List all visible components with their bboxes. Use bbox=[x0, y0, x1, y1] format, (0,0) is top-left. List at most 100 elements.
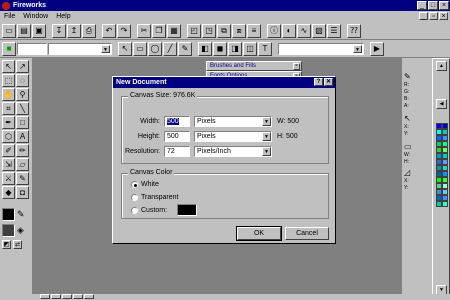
swap-colors-icon[interactable]: ⇄ bbox=[13, 240, 22, 249]
dialog-title-bar: New Document ? ✕ bbox=[113, 77, 335, 88]
marquee-tool-icon[interactable]: ⬚ bbox=[2, 74, 15, 87]
height-unit-select[interactable]: Pixels ▼ bbox=[194, 131, 272, 142]
brushes-fills-panel[interactable]: Brushes and Fills × bbox=[206, 61, 302, 71]
status-button[interactable] bbox=[84, 294, 94, 299]
custom-radio[interactable] bbox=[131, 207, 138, 214]
scroll-up-icon[interactable]: ▲ bbox=[436, 61, 447, 71]
line-icon[interactable]: ╱ bbox=[163, 41, 177, 56]
status-button[interactable] bbox=[51, 294, 61, 299]
group-icon[interactable]: ◰ bbox=[187, 23, 201, 38]
pen-icon[interactable]: ✎ bbox=[178, 41, 192, 56]
eyedropper-tool-icon[interactable]: ✎ bbox=[16, 172, 29, 185]
pen-tool-icon[interactable]: ✒ bbox=[2, 116, 15, 129]
copy-icon[interactable]: ❐ bbox=[152, 23, 166, 38]
panel-close-icon[interactable]: × bbox=[293, 63, 300, 70]
stroke-color-swatch[interactable] bbox=[2, 208, 15, 221]
context-help-icon[interactable]: ⁇ bbox=[347, 23, 361, 38]
fill-panel-icon[interactable]: ▧ bbox=[312, 23, 326, 38]
custom-option[interactable]: Custom: bbox=[131, 207, 167, 214]
join-icon[interactable]: ⧉ bbox=[217, 23, 231, 38]
transparent-radio[interactable] bbox=[131, 194, 138, 201]
play-icon[interactable]: ▶ bbox=[370, 41, 384, 56]
distribute-icon[interactable]: ◫ bbox=[243, 41, 257, 56]
doc-close-button[interactable]: × bbox=[439, 12, 448, 20]
default-colors-icon[interactable]: ◩ bbox=[2, 240, 11, 249]
zoom-tool-icon[interactable]: ⚲ bbox=[16, 88, 29, 101]
rect-icon[interactable]: ▭ bbox=[133, 41, 147, 56]
brush-panel-icon[interactable]: ◐ bbox=[282, 23, 296, 38]
text-tool-icon[interactable]: A bbox=[16, 130, 29, 143]
minimize-button[interactable]: _ bbox=[417, 1, 427, 10]
width-unit-select[interactable]: Pixels ▼ bbox=[194, 116, 272, 127]
text-icon[interactable]: T bbox=[258, 41, 272, 56]
status-button[interactable] bbox=[40, 294, 50, 299]
cancel-button[interactable]: Cancel bbox=[285, 227, 329, 240]
resolution-unit-select[interactable]: Pixels/Inch ▼ bbox=[194, 146, 272, 157]
align-icon[interactable]: ≡ bbox=[247, 23, 261, 38]
align-right-icon[interactable]: ◨ bbox=[228, 41, 242, 56]
menu-window[interactable]: Window bbox=[19, 13, 52, 20]
resolution-input[interactable]: 72 bbox=[164, 146, 190, 157]
split-icon[interactable]: ⧈ bbox=[232, 23, 246, 38]
knife-tool-icon[interactable]: ⚔ bbox=[2, 172, 15, 185]
pointer-tool-icon[interactable]: ↖ bbox=[2, 60, 15, 73]
status-button[interactable] bbox=[62, 294, 72, 299]
open-file-icon[interactable]: ▤ bbox=[17, 23, 31, 38]
cut-icon[interactable]: ✂ bbox=[137, 23, 151, 38]
layers-panel-icon[interactable]: ☰ bbox=[327, 23, 341, 38]
transparent-option[interactable]: Transparent bbox=[131, 194, 178, 201]
pencil-tool-icon[interactable]: ✏ bbox=[16, 144, 29, 157]
menu-help[interactable]: Help bbox=[52, 13, 74, 20]
rectangle-tool-icon[interactable]: □ bbox=[16, 116, 29, 129]
undo-icon[interactable]: ↶ bbox=[102, 23, 116, 38]
ok-button[interactable]: OK bbox=[236, 226, 282, 241]
font-size-input[interactable] bbox=[17, 42, 47, 55]
dialog-help-button[interactable]: ? bbox=[314, 78, 323, 86]
align-left-icon[interactable]: ◧ bbox=[198, 41, 212, 56]
white-radio[interactable] bbox=[131, 181, 138, 188]
fill-color-swatch[interactable] bbox=[2, 224, 15, 237]
palette-swatch[interactable] bbox=[442, 201, 448, 207]
export-icon[interactable]: ↥ bbox=[67, 23, 81, 38]
save-icon[interactable]: ▣ bbox=[32, 23, 46, 38]
polygon-tool-icon[interactable]: ⬡ bbox=[2, 130, 15, 143]
font-family-dropdown[interactable]: ▼ bbox=[48, 42, 112, 55]
skew-tool-icon[interactable]: ▱ bbox=[16, 158, 29, 171]
align-center-icon[interactable]: ◼ bbox=[213, 41, 227, 56]
redo-icon[interactable]: ↷ bbox=[117, 23, 131, 38]
maximize-button[interactable]: □ bbox=[428, 1, 438, 10]
color-swatch-icon[interactable]: ■ bbox=[2, 41, 16, 56]
import-icon[interactable]: ↧ bbox=[52, 23, 66, 38]
hand-tool-icon[interactable]: ✋ bbox=[2, 88, 15, 101]
new-file-icon[interactable]: ▭ bbox=[2, 23, 16, 38]
style-dropdown[interactable]: ▼ bbox=[278, 42, 364, 55]
paint-bucket-icon[interactable]: ◆ bbox=[2, 186, 15, 199]
ellipse-icon[interactable]: ◯ bbox=[148, 41, 162, 56]
paste-icon[interactable]: ▦ bbox=[167, 23, 181, 38]
doc-minimize-button[interactable]: _ bbox=[419, 12, 428, 20]
scale-tool-icon[interactable]: ⇲ bbox=[2, 158, 15, 171]
lasso-tool-icon[interactable]: ◌ bbox=[16, 74, 29, 87]
pointer-icon[interactable]: ↖ bbox=[118, 41, 132, 56]
white-option[interactable]: White bbox=[131, 181, 159, 188]
subselect-tool-icon[interactable]: ↗ bbox=[16, 60, 29, 73]
menu-file[interactable]: File bbox=[0, 13, 19, 20]
status-button[interactable] bbox=[73, 294, 83, 299]
stroke-panel-icon[interactable]: ∿ bbox=[297, 23, 311, 38]
dialog-close-button[interactable]: ✕ bbox=[324, 78, 333, 86]
close-button[interactable]: × bbox=[439, 1, 449, 10]
doc-restore-button[interactable]: ▫ bbox=[429, 12, 438, 20]
width-input[interactable]: 500 bbox=[164, 116, 190, 127]
brush-tool-icon[interactable]: ✐ bbox=[2, 144, 15, 157]
height-input[interactable]: 500 bbox=[164, 131, 190, 142]
rubber-stamp-icon[interactable]: ◘ bbox=[16, 186, 29, 199]
custom-color-swatch[interactable] bbox=[177, 204, 197, 216]
crop-tool-icon[interactable]: ⌗ bbox=[2, 102, 15, 115]
chevron-down-icon: ▼ bbox=[262, 147, 271, 156]
info-icon[interactable]: ⓘ bbox=[267, 23, 281, 38]
print-icon[interactable]: ⎙ bbox=[82, 23, 96, 38]
ungroup-icon[interactable]: ◳ bbox=[202, 23, 216, 38]
fireworks-app-icon[interactable] bbox=[2, 1, 10, 10]
nav-left-icon[interactable]: ◀ bbox=[436, 99, 447, 109]
line-tool-icon[interactable]: ╲ bbox=[16, 102, 29, 115]
